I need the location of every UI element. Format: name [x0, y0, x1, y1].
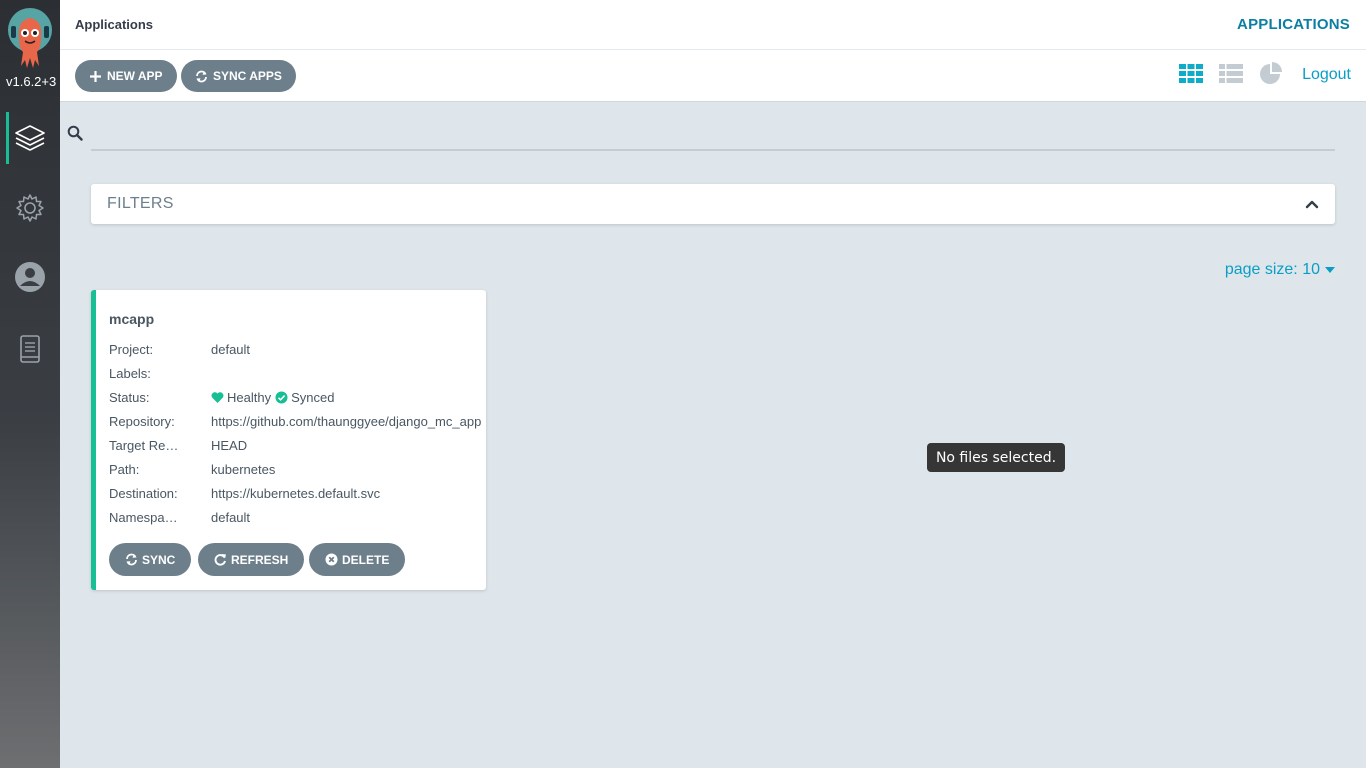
sidebar-item-applications[interactable]	[0, 112, 60, 164]
field-value: default	[211, 342, 251, 357]
field-labels: Labels:	[109, 366, 484, 384]
plus-icon	[90, 70, 101, 82]
filters-label: FILTERS	[107, 195, 174, 212]
field-label: Labels:	[109, 366, 151, 381]
book-icon	[20, 335, 40, 363]
search-input[interactable]	[91, 114, 1335, 151]
list-view-icon[interactable]	[1218, 61, 1244, 87]
field-repository: Repository: https://github.com/thaunggye…	[109, 414, 484, 432]
field-label: Project:	[109, 342, 154, 357]
sync-label: SYNC	[142, 552, 176, 567]
search-icon	[67, 125, 83, 141]
page-size-label: page size: 10	[1224, 261, 1320, 278]
sync-apps-button[interactable]: SYNC APPS	[181, 60, 296, 92]
field-status: Status: Healthy Synced	[109, 390, 484, 408]
page-title: APPLICATIONS	[1237, 16, 1350, 33]
field-value: HEAD	[211, 438, 248, 453]
new-app-button[interactable]: NEW APP	[75, 60, 177, 92]
refresh-button[interactable]: REFRESH	[198, 543, 305, 576]
gear-icon	[16, 194, 44, 222]
field-namespace: Namespace: default	[109, 510, 484, 528]
heart-icon	[211, 392, 224, 403]
top-header: Applications APPLICATIONS	[60, 0, 1366, 50]
sync-apps-label: SYNC APPS	[213, 69, 282, 83]
field-label: Repository:	[109, 414, 175, 429]
refresh-icon	[214, 554, 226, 566]
caret-down-icon	[1325, 267, 1335, 273]
sidebar: v1.6.2+3	[0, 0, 60, 768]
field-value: https://github.com/thaunggyee/django_mc_…	[211, 414, 482, 429]
field-project: Project: default	[109, 342, 484, 360]
filters-panel[interactable]: FILTERS	[91, 184, 1335, 224]
field-path: Path: kubernetes	[109, 462, 484, 480]
page-size-dropdown[interactable]: page size: 10	[1225, 261, 1335, 279]
field-label: Destination:	[109, 486, 178, 501]
times-circle-icon	[325, 553, 338, 566]
app-card[interactable]: mcapp Project: default Labels: Status: H…	[91, 290, 486, 590]
pie-chart-view-icon[interactable]	[1258, 61, 1284, 87]
logout-link[interactable]: Logout	[1302, 66, 1351, 84]
sync-status: Synced	[291, 390, 335, 405]
sync-button[interactable]: SYNC	[109, 543, 192, 576]
sidebar-item-settings[interactable]	[0, 182, 60, 234]
sync-icon	[196, 70, 207, 82]
sidebar-item-user[interactable]	[0, 251, 60, 303]
tiles-view-icon[interactable]	[1178, 61, 1204, 87]
field-label: Target Revision:	[109, 438, 181, 453]
breadcrumb[interactable]: Applications	[75, 17, 153, 32]
version-label: v1.6.2+3	[6, 74, 57, 89]
chevron-up-icon[interactable]	[1305, 197, 1319, 211]
sync-icon	[126, 553, 137, 566]
layers-icon	[15, 125, 45, 151]
field-label: Namespace:	[109, 510, 181, 525]
new-app-label: NEW APP	[107, 69, 163, 83]
health-status: Healthy	[227, 390, 272, 405]
sidebar-item-docs[interactable]	[0, 323, 60, 375]
app-name[interactable]: mcapp	[109, 311, 154, 327]
field-value: https://kubernetes.default.svc	[211, 486, 381, 501]
user-icon	[15, 262, 45, 292]
field-label: Status:	[109, 390, 150, 405]
field-value: kubernetes	[211, 462, 276, 477]
toolbar: NEW APP SYNC APPS Logout	[60, 50, 1366, 102]
delete-button[interactable]: DELETE	[309, 543, 406, 576]
tooltip: No files selected.	[927, 443, 1065, 472]
refresh-label: REFRESH	[231, 552, 289, 567]
field-destination: Destination: https://kubernetes.default.…	[109, 486, 484, 504]
field-target-revision: Target Revision: HEAD	[109, 438, 484, 456]
check-circle-icon	[275, 391, 288, 404]
argo-logo[interactable]	[7, 8, 53, 70]
field-value: default	[211, 510, 251, 525]
delete-label: DELETE	[342, 552, 390, 567]
field-label: Path:	[109, 462, 140, 477]
